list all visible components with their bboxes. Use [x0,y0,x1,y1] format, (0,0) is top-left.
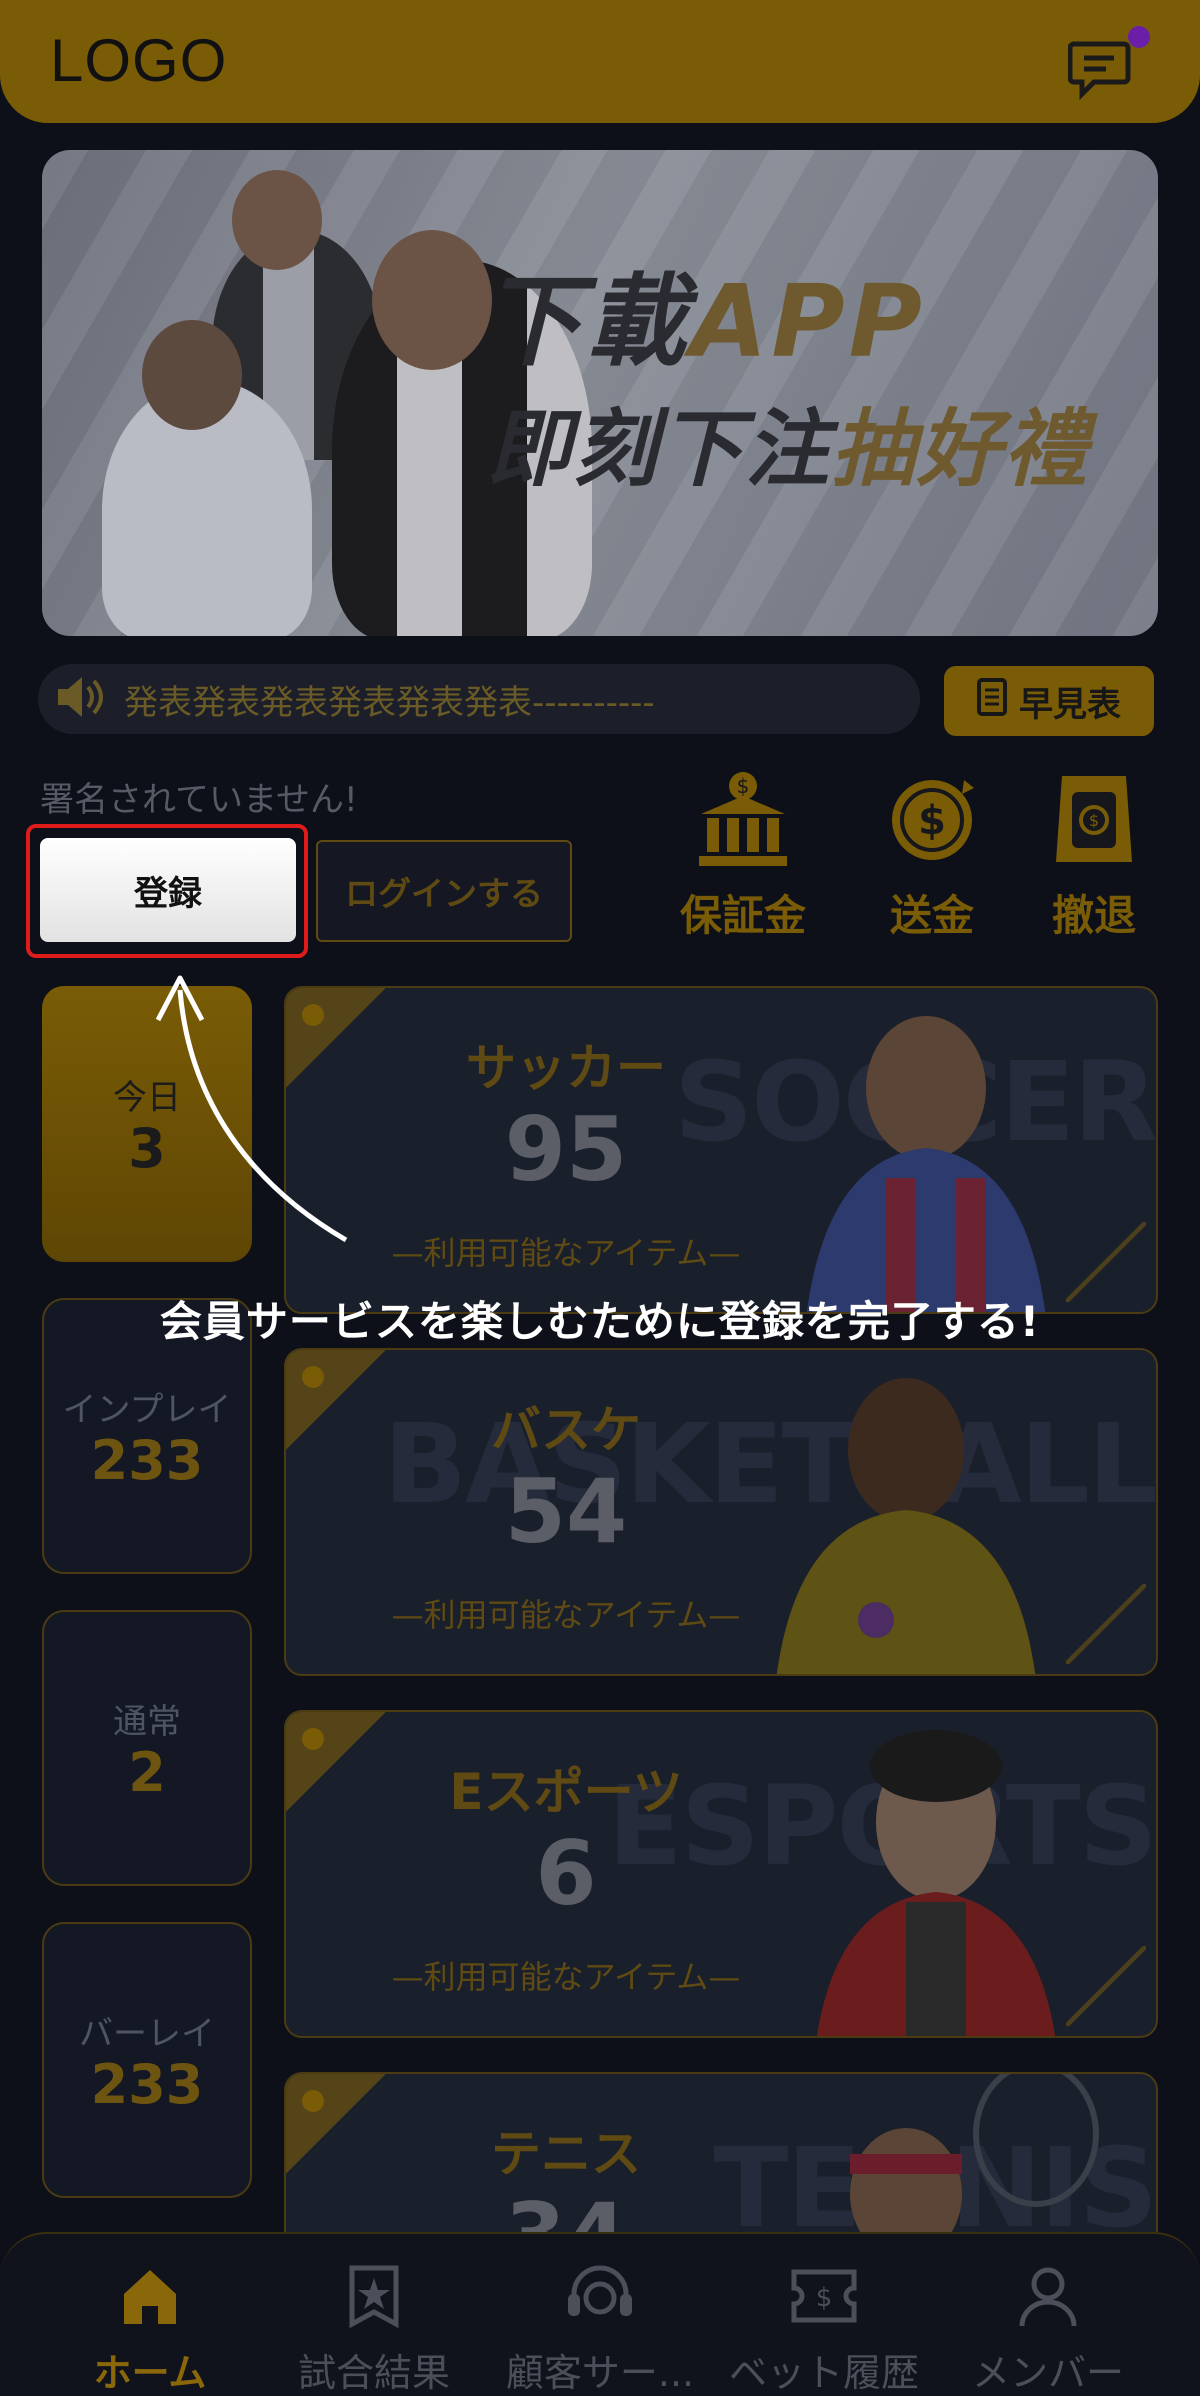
sport-items-label: —利用可能なアイテム— [391,1958,741,1996]
transfer-label: 送金 [889,891,974,940]
star-bookmark-icon [342,2264,406,2332]
category-label: バーレイ [79,2013,215,2054]
schedule-button[interactable]: 早見表 [944,666,1154,736]
app-header: LOGO [0,0,1200,123]
player-figure [786,1722,1086,2036]
logo: LOGO [50,27,228,94]
login-button[interactable]: ログインする [316,840,572,942]
withdraw-button[interactable]: $ 撤退 [1046,770,1142,943]
sport-title: テニス [491,2125,641,2183]
svg-text:$: $ [1089,811,1099,830]
nav-label: 試合結果 [297,2351,450,2395]
category-normal[interactable]: 通常 2 [42,1610,252,1886]
nav-bet-history[interactable]: $ ベット履歴 [704,2264,944,2396]
user-icon [1016,2264,1080,2332]
nav-label: メンバー [971,2351,1124,2395]
category-label: インプレイ [62,1389,232,1430]
ticket-icon: $ [788,2264,860,2332]
nav-support[interactable]: 顧客サー... [480,2264,720,2396]
deposit-button[interactable]: $ 保証金 [680,770,806,943]
category-count: 233 [90,1428,204,1492]
coin-transfer-icon: $ [884,770,980,874]
svg-text:$: $ [737,774,750,798]
category-count: 2 [128,1740,166,1804]
speaker-icon [54,675,110,723]
card-dot [302,1366,324,1388]
banner-subheadline-b: 抽好禮 [831,400,1090,498]
banner-subheadline: 即刻下注抽好禮 [487,382,1089,503]
announcement-bar[interactable]: 発表発表発表発表発表発表---------- [38,664,920,734]
svg-text:$: $ [918,798,946,844]
banner-headline: 下載APP [482,240,926,385]
deposit-label: 保証金 [680,891,807,940]
nav-member[interactable]: メンバー [928,2264,1168,2396]
player-figure [142,320,242,430]
sport-title: バスケ [491,1401,641,1459]
sport-count: 54 [504,1460,628,1563]
sport-items-label: —利用可能なアイテム— [391,1596,741,1634]
sport-items-label: —利用可能なアイテム— [391,1234,741,1272]
bank-icon: $ [695,770,791,874]
svg-text:$: $ [816,2283,833,2313]
banner-headline-a: 下載 [482,263,690,380]
register-tooltip: 会員サービスを楽しむために登録を完了する! [159,1297,1041,1346]
arrow-pointer [155,975,348,1243]
player-figure [372,230,492,370]
category-parlay[interactable]: バーレイ 233 [42,1922,252,2198]
sport-card-soccer[interactable]: SOCCER サッカー 95 —利用可能なアイテム— [284,986,1158,1314]
login-status: 署名されていません! [40,780,358,820]
announcement-text: 発表発表発表発表発表発表---------- [124,682,655,723]
sport-count: 95 [504,1098,628,1201]
register-button[interactable]: 登録 [40,838,296,942]
card-stripe [1066,1584,1146,1664]
notification-dot [1128,26,1150,48]
transfer-button[interactable]: $ 送金 [884,770,980,943]
nav-label: 顧客サー... [505,2351,695,2395]
sport-count: 6 [535,1822,597,1925]
nav-label: ホーム [93,2351,207,2395]
withdraw-label: 撤退 [1051,891,1136,940]
bottom-nav: ホーム 試合結果 顧客サー... $ ベット履歴 メンバー [0,2232,1200,2396]
sport-card-basketball[interactable]: BASKETBALL バスケ 54 —利用可能なアイテム— [284,1348,1158,1676]
schedule-button-label: 早見表 [1019,684,1121,725]
headset-icon [564,2264,636,2332]
card-dot [302,2090,324,2112]
nav-label: ベット履歴 [728,2351,919,2395]
nav-home[interactable]: ホーム [30,2264,270,2396]
sport-title: Eスポーツ [449,1763,683,1821]
card-stripe [1066,1946,1146,2026]
sport-card-esports[interactable]: ESPORTS Eスポーツ 6 —利用可能なアイテム— [284,1710,1158,2038]
sport-title: サッカー [466,1039,666,1097]
cash-out-icon: $ [1046,770,1142,874]
document-icon [977,677,1007,725]
category-label: 通常 [113,1701,181,1742]
category-count: 233 [90,2052,204,2116]
chat-icon[interactable] [1067,36,1132,101]
banner-subheadline-a: 即刻下注 [487,400,832,498]
card-dot [302,1728,324,1750]
player-figure [232,170,322,270]
nav-results[interactable]: 試合結果 [254,2264,494,2396]
banner-headline-b: APP [690,263,926,380]
promo-banner[interactable]: 下載APP 即刻下注抽好禮 [42,150,1158,636]
home-icon [118,2264,182,2332]
